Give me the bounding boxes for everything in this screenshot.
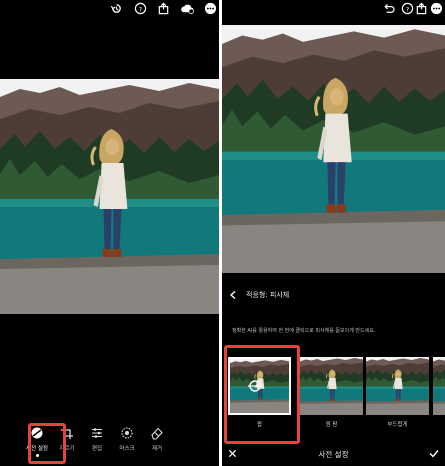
mask-icon [121, 427, 133, 439]
back-chevron-icon[interactable] [228, 290, 238, 300]
photo-preview[interactable] [0, 79, 219, 314]
top-toolbar: ? [0, 0, 219, 18]
section-title: 적응형: 피사체 [246, 291, 290, 299]
more-icon[interactable] [430, 2, 443, 15]
presets-section-header: 적응형: 피사체 [222, 283, 445, 307]
eraser-icon [151, 427, 163, 440]
preset-thumb-soft[interactable]: 부드럽게 [366, 357, 429, 428]
svg-text:?: ? [406, 5, 409, 13]
preset-label: 부드럽게 [387, 422, 408, 428]
preset-label: 원 팡 [325, 422, 338, 428]
help-icon[interactable]: ? [401, 2, 414, 15]
photo-preview[interactable] [222, 25, 445, 273]
share-icon[interactable] [415, 2, 428, 15]
help-icon[interactable]: ? [134, 2, 147, 15]
edit-sliders-icon [92, 428, 102, 438]
right-editor-screen: ? 적응형: 피사체 정확한 AI를 활용하여 한 번에 클릭으로 피사체를 돋… [222, 0, 445, 466]
tool-label: 제거 [151, 446, 163, 452]
preset-thumb-1[interactable]: 원 팡 [300, 357, 363, 428]
preset-highlight [224, 345, 300, 444]
presets-bottom-bar: 사전 설정 [222, 442, 445, 466]
presets-highlight [28, 423, 66, 464]
svg-text:?: ? [139, 5, 142, 13]
share-icon[interactable] [157, 2, 170, 15]
tool-remove[interactable]: 제거 [142, 422, 172, 466]
preset-thumb-partial[interactable] [433, 357, 445, 415]
close-icon[interactable] [228, 449, 237, 458]
undo-icon[interactable] [382, 2, 395, 15]
top-toolbar: ? [222, 0, 445, 18]
left-editor-screen: ? 사전 설정 자르기 편집 마스크 제거 [0, 0, 219, 466]
tool-label: 편집 [91, 446, 103, 452]
more-icon[interactable] [204, 2, 217, 15]
check-icon[interactable] [429, 449, 439, 458]
tool-edit[interactable]: 편집 [82, 422, 112, 466]
bottom-title: 사전 설정 [318, 449, 349, 459]
cloud-icon[interactable] [181, 2, 194, 15]
section-description: 정확한 AI를 활용하여 한 번에 클릭으로 피사체를 돋보이게 만드세요. [232, 328, 376, 334]
history-icon[interactable] [110, 2, 123, 15]
tool-mask[interactable]: 마스크 [112, 422, 142, 466]
tool-label: 마스크 [119, 446, 135, 452]
